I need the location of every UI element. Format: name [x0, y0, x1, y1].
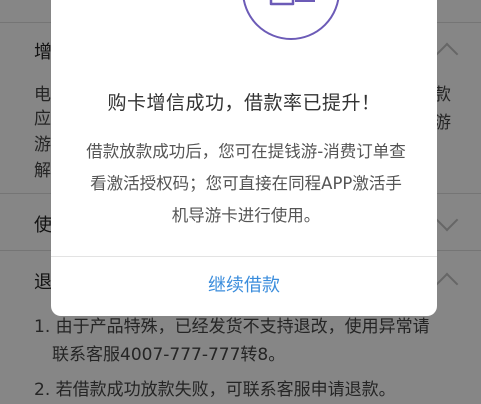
- dialog-hero-badge: [242, 0, 340, 40]
- success-dialog: 购卡增信成功，借款率已提升！ 借款放款成功后，您可在提钱游-消费订单查看激活授权…: [51, 0, 437, 316]
- continue-loan-button[interactable]: 继续借款: [51, 257, 437, 315]
- document-stamp-icon: [267, 0, 319, 16]
- dialog-title: 购卡增信成功，借款率已提升！: [107, 92, 381, 114]
- dialog-message: 借款放款成功后，您可在提钱游-消费订单查看激活授权码；您可直接在同程APP激活手…: [86, 142, 406, 225]
